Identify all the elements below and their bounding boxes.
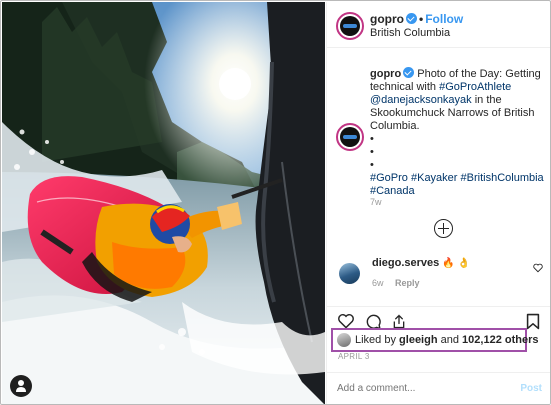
- heart-icon[interactable]: [337, 313, 355, 329]
- likes-joiner: and: [440, 334, 459, 346]
- post-date[interactable]: APRIL 3: [338, 352, 370, 361]
- author-name-row: gopro • Follow: [370, 12, 463, 26]
- caption-author-avatar[interactable]: [336, 123, 364, 151]
- action-bar: [327, 306, 550, 330]
- commenter-row: diego.serves 🔥 👌: [372, 257, 470, 269]
- commenter-username[interactable]: diego.serves: [372, 257, 439, 269]
- mention-link[interactable]: @danejacksonkayak: [370, 94, 472, 106]
- comment-age[interactable]: 6w: [372, 278, 384, 288]
- hashtag-link[interactable]: #Kayaker: [411, 172, 457, 184]
- bookmark-icon[interactable]: [526, 313, 540, 330]
- post-caption: gopro Photo of the Day: Getting technica…: [327, 48, 550, 248]
- kayak-photo: [2, 2, 325, 404]
- author-avatar[interactable]: [336, 12, 364, 40]
- hashtag-link[interactable]: #BritishColumbia: [461, 172, 544, 184]
- caption-age[interactable]: 7w: [370, 197, 382, 207]
- add-comment-input[interactable]: [337, 383, 507, 394]
- comment-text: 🔥 👌: [442, 258, 470, 269]
- verified-badge-icon: [406, 13, 417, 24]
- plus-circle-icon[interactable]: [434, 219, 453, 238]
- post-photo[interactable]: [2, 2, 325, 404]
- caption-bullet: •: [370, 133, 374, 145]
- comment-heart-icon[interactable]: [533, 263, 543, 273]
- caption-text: gopro Photo of the Day: Getting technica…: [370, 67, 546, 198]
- tagged-users-button[interactable]: [10, 375, 32, 397]
- user-icon: [16, 380, 26, 392]
- commenter-avatar[interactable]: [339, 263, 360, 284]
- likes-text: Liked by gleeigh and 102,122 others: [355, 334, 538, 346]
- add-comment-bar: Post: [327, 372, 550, 404]
- liker-avatar[interactable]: [337, 333, 351, 347]
- comment-item: diego.serves 🔥 👌 6w Reply: [327, 257, 550, 297]
- author-username[interactable]: gopro: [370, 12, 404, 26]
- comment-meta: 6w Reply: [372, 278, 429, 288]
- liker-username[interactable]: gleeigh: [399, 334, 438, 346]
- post-dialog: gopro • Follow British Columbia gopro Phot…: [0, 0, 551, 405]
- post-comment-button[interactable]: Post: [520, 383, 542, 394]
- verified-badge-icon: [403, 67, 415, 78]
- likes-summary: Liked by gleeigh and 102,122 others: [331, 328, 538, 352]
- post-header: gopro • Follow British Columbia: [327, 2, 550, 48]
- post-side-panel: gopro • Follow British Columbia gopro Phot…: [326, 2, 550, 404]
- follow-button[interactable]: Follow: [425, 12, 463, 26]
- hashtag-link[interactable]: #GoProAthlete: [439, 81, 511, 93]
- hashtag-link[interactable]: #Canada: [370, 185, 415, 197]
- caption-username[interactable]: gopro: [370, 68, 401, 80]
- likes-count-link[interactable]: 102,122 others: [462, 334, 538, 346]
- hashtag-link[interactable]: #GoPro: [370, 172, 408, 184]
- separator-dot: •: [419, 12, 424, 26]
- caption-bullet: •: [370, 159, 374, 171]
- caption-bullet: •: [370, 146, 374, 158]
- likes-prefix: Liked by: [355, 334, 396, 346]
- location-link[interactable]: British Columbia: [370, 27, 450, 39]
- reply-button[interactable]: Reply: [395, 278, 420, 288]
